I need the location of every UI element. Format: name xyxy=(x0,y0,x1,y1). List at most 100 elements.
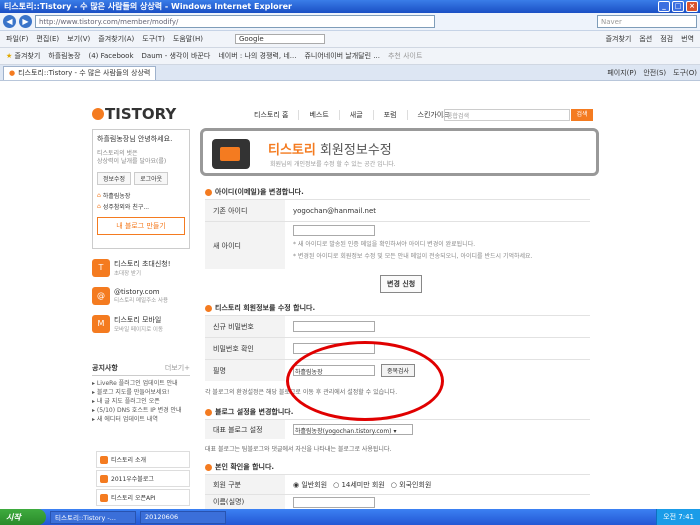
fav-item[interactable]: Daum - 생각이 바꾼다 xyxy=(142,51,211,61)
home-icon: ⌂ xyxy=(97,203,101,210)
bullet-icon xyxy=(205,304,212,312)
start-button[interactable]: 시작 xyxy=(0,509,46,525)
menu-right-translate[interactable]: 번역 xyxy=(681,34,694,44)
chevron-down-icon: ▾ xyxy=(393,428,397,435)
link-open-api[interactable]: 티스토리 오픈API xyxy=(96,489,190,506)
window-title: 티스토리::Tistory - 수 많은 사람들의 상상력 - Windows … xyxy=(4,2,292,11)
promo-mail[interactable]: @ @tistory.com 티스토리 메일주소 사용 xyxy=(92,287,190,305)
promo-invite[interactable]: T 티스토리 초대신청! 초대장 받기 xyxy=(92,259,190,277)
section-member-info: 티스토리 회원정보를 수정 합니다. xyxy=(205,303,315,313)
menu-help[interactable]: 도움말(H) xyxy=(173,34,203,44)
promo-mobile[interactable]: M 티스토리 모바일 모바일 페이지로 이동 xyxy=(92,315,190,333)
row-new-id: 새 아이디 * 새 아이디로 발송된 인증 메일을 확인하셔야 아이디 변경이 … xyxy=(205,221,590,269)
nav-home[interactable]: 티스토리 홈 xyxy=(244,110,298,120)
site-search-input[interactable]: 통합검색 xyxy=(444,109,570,121)
minimize-button[interactable]: _ xyxy=(658,1,670,12)
radio-normal[interactable]: ◉ 일반회원 xyxy=(293,480,327,490)
new-password-input[interactable] xyxy=(293,321,375,332)
row-real-name: 이름(실명) xyxy=(205,494,590,509)
tools-menu[interactable]: 도구(O) xyxy=(673,68,697,78)
edit-info-button[interactable]: 정보수정 xyxy=(97,172,132,185)
menu-tools[interactable]: 도구(T) xyxy=(142,34,165,44)
forward-button[interactable]: ▶ xyxy=(19,15,32,28)
taskbar-item-folder[interactable]: 20120606 xyxy=(140,510,226,524)
bullet-icon xyxy=(205,463,212,471)
nav-forum[interactable]: 포럼 xyxy=(372,110,407,120)
page-content: TISTORY 티스토리 홈 베스트 새글 포럼 스킨가이드 통합검색 검색 하… xyxy=(0,81,700,509)
notice-item[interactable]: ▸ 새 에디터 업데이트 내역 xyxy=(92,415,190,424)
tv-icon xyxy=(212,139,250,169)
fav-item[interactable]: (4) Facebook xyxy=(88,52,133,60)
notice-panel: 공지사항 더보기+ ▸ LiveRe 플러그인 업데이트 안내 ▸ 블로그 지도를… xyxy=(92,363,190,424)
row-current-id: 기존 아이디 yogochan@hanmail.net xyxy=(205,199,590,221)
side-promos: T 티스토리 초대신청! 초대장 받기 @ @tistory.com 티스토리 메일주소… xyxy=(92,259,190,343)
link-best-blog[interactable]: 2011우수블로그 xyxy=(96,470,190,487)
section-change-id: 아이디(이메일)을 변경합니다. xyxy=(205,187,304,197)
mobile-icon: M xyxy=(92,315,110,333)
change-request-button[interactable]: 변경 신청 xyxy=(380,275,423,293)
window-titlebar: 티스토리::Tistory - 수 많은 사람들의 상상력 - Windows … xyxy=(0,0,700,13)
login-box: 하흘림농장님 안녕하세요. 티스토리의 벗은 상상력이 날개를 달아요(를) 정… xyxy=(92,129,190,249)
make-blog-button[interactable]: 내 블로그 만들기 xyxy=(97,217,185,235)
browser-tab[interactable]: ● 티스토리::Tistory - 수 많은 사람들의 상상력 xyxy=(3,65,157,80)
menu-file[interactable]: 파일(F) xyxy=(6,34,28,44)
home-icon: ⌂ xyxy=(97,192,101,199)
fav-item[interactable]: 하흘림농장 xyxy=(48,51,80,61)
notice-title: 공지사항 xyxy=(92,364,118,372)
section-blog-settings: 블로그 설정을 변경합니다. xyxy=(205,407,293,417)
row-member-type: 회원 구분 ◉ 일반회원 ○ 14세미만 회원 ○ 외국인회원 xyxy=(205,474,590,494)
new-id-input[interactable] xyxy=(293,225,375,236)
url-input[interactable]: http://www.tistory.com/member/modify/ xyxy=(35,15,435,28)
bullet-icon xyxy=(205,408,212,416)
row-new-password: 신규 비밀번호 xyxy=(205,315,590,337)
real-name-input[interactable] xyxy=(293,496,375,508)
search-input[interactable]: Naver xyxy=(597,15,697,28)
notice-item[interactable]: ▸ 내 글 지도 플러그인 오픈 xyxy=(92,397,190,406)
site-nav: 티스토리 홈 베스트 새글 포럼 스킨가이드 xyxy=(244,110,460,120)
taskbar: 시작 티스토리::Tistory -... 20120606 오전 7:41 xyxy=(0,509,700,525)
back-button[interactable]: ◀ xyxy=(3,15,16,28)
fav-item[interactable]: 네이버 : 나의 경쟁력, 네... xyxy=(218,51,296,61)
notice-more-link[interactable]: 더보기+ xyxy=(165,363,190,373)
tistory-logo[interactable]: TISTORY xyxy=(92,105,176,123)
radio-under14[interactable]: ○ 14세미만 회원 xyxy=(333,480,385,490)
nav-best[interactable]: 베스트 xyxy=(298,110,338,120)
row-rep-blog: 대표 블로그 설정 하흘림농장(yogochan.tistory.com) ▾ xyxy=(205,419,590,439)
menu-bar: 파일(F) 편집(E) 보기(V) 즐겨찾기(A) 도구(T) 도움말(H) G… xyxy=(0,31,700,48)
nav-new[interactable]: 새글 xyxy=(338,110,373,120)
safety-menu[interactable]: 안전(S) xyxy=(643,68,666,78)
favorites-label[interactable]: ★ 즐겨찾기 xyxy=(6,51,40,61)
blog-link[interactable]: ⌂ 성주참외와 친구... xyxy=(97,202,185,211)
google-search-input[interactable]: Google xyxy=(234,34,325,44)
link-icon xyxy=(100,455,108,464)
link-icon xyxy=(100,474,108,483)
logout-button[interactable]: 로그아웃 xyxy=(134,172,169,185)
mail-icon: @ xyxy=(92,287,110,305)
notice-item[interactable]: ▸ (5/10) DNS 호스트 IP 변경 안내 xyxy=(92,406,190,415)
menu-favorites[interactable]: 즐겨찾기(A) xyxy=(98,34,134,44)
rep-blog-select[interactable]: 하흘림농장(yogochan.tistory.com) ▾ xyxy=(293,424,413,435)
notice-item[interactable]: ▸ 블로그 지도를 만들어보세요! xyxy=(92,388,190,397)
bullet-icon xyxy=(205,188,212,196)
taskbar-item-ie[interactable]: 티스토리::Tistory -... xyxy=(50,510,136,524)
address-bar: ◀ ▶ http://www.tistory.com/member/modify… xyxy=(0,13,700,31)
page-menu[interactable]: 페이지(P) xyxy=(607,68,636,78)
menu-right-check[interactable]: 점검 xyxy=(660,34,673,44)
page-header-box xyxy=(200,128,599,176)
close-button[interactable]: × xyxy=(686,1,698,12)
fav-item[interactable]: 쥬니어네이버 날개달린 ... xyxy=(304,51,380,61)
site-search-button[interactable]: 검색 xyxy=(571,109,593,121)
blog-link[interactable]: ⌂ 하흘림농장 xyxy=(97,191,185,200)
menu-right-favorites[interactable]: 즐겨찾기 xyxy=(606,34,632,44)
notice-item[interactable]: ▸ LiveRe 플러그인 업데이트 안내 xyxy=(92,379,190,388)
fav-item[interactable]: 추천 사이트 xyxy=(388,51,422,61)
rep-blog-note: 대표 블로그는 팀블로그와 댓글에서 자신을 나타내는 블로그로 사용됩니다. xyxy=(205,446,392,453)
section-identity: 본인 확인을 합니다. xyxy=(205,462,274,472)
menu-view[interactable]: 보기(V) xyxy=(67,34,90,44)
link-icon xyxy=(100,493,108,502)
maximize-button[interactable]: □ xyxy=(672,1,684,12)
menu-edit[interactable]: 편집(E) xyxy=(36,34,59,44)
radio-foreigner[interactable]: ○ 외국인회원 xyxy=(391,480,432,490)
menu-right-options[interactable]: 옵션 xyxy=(639,34,652,44)
link-about[interactable]: 티스토리 소개 xyxy=(96,451,190,468)
